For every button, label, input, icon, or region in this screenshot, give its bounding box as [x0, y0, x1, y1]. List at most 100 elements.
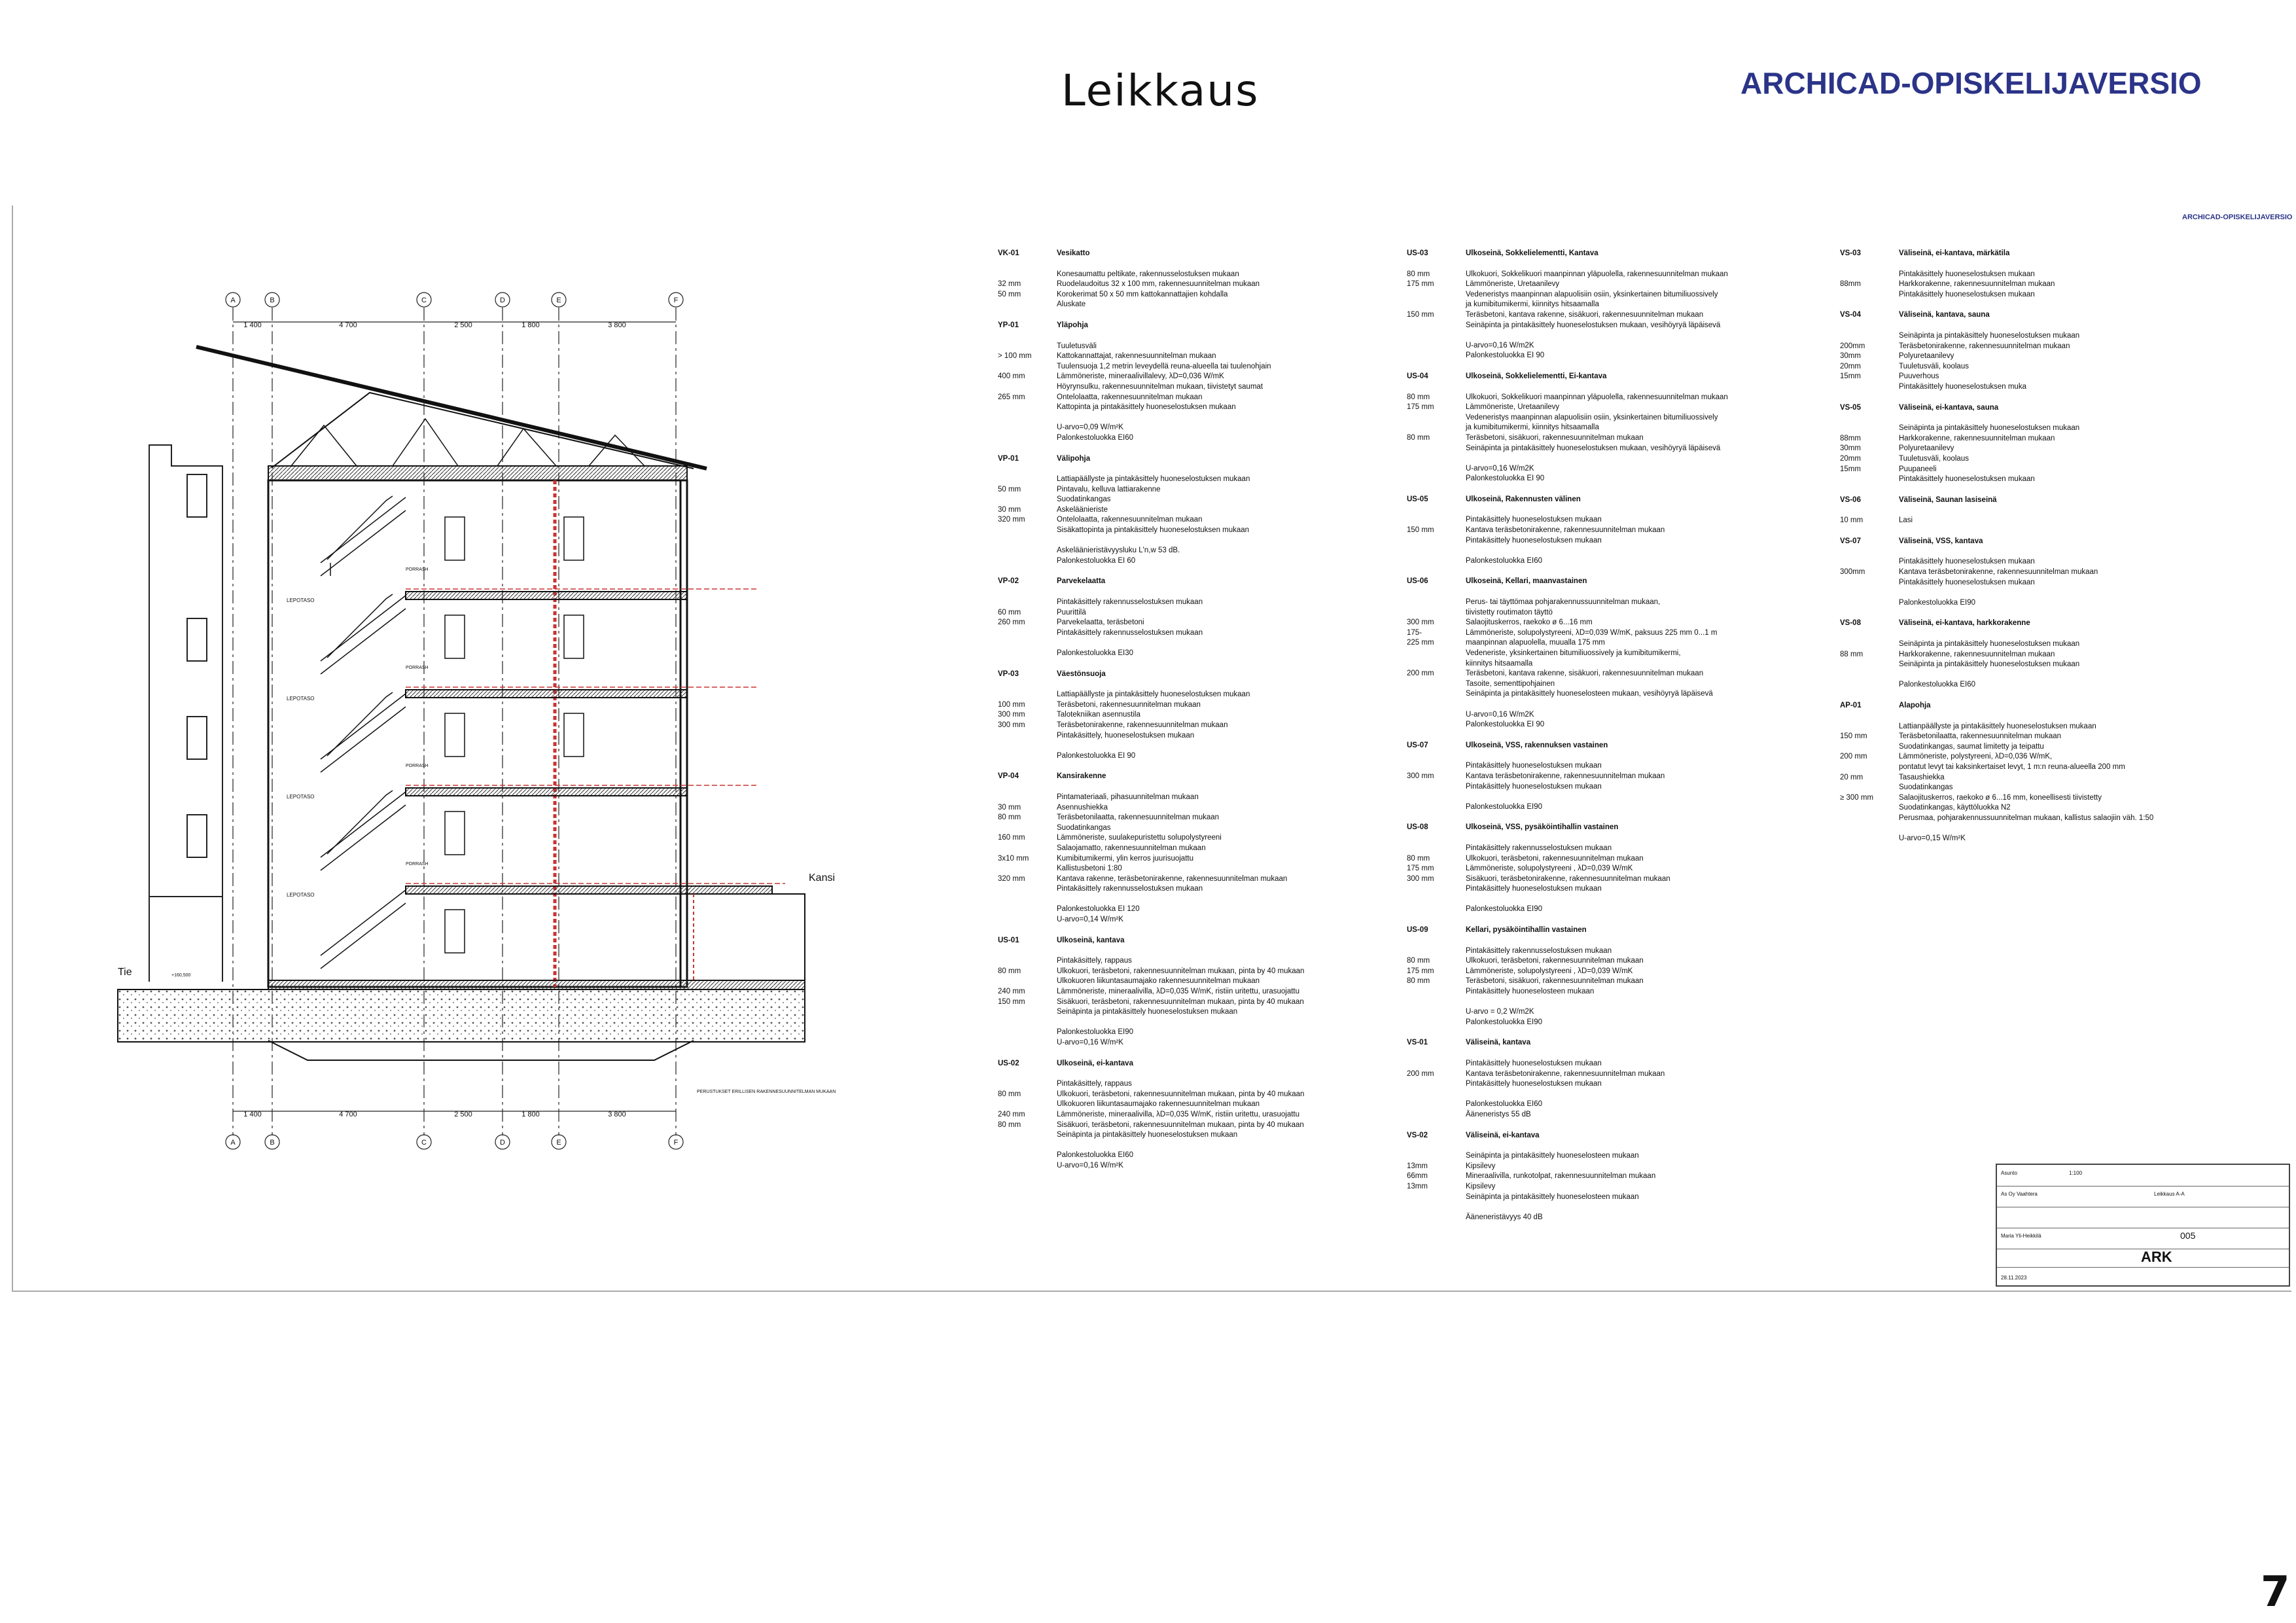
- spec-layer: Pintakäsittely rakennusselostuksen mukaa…: [1466, 946, 1612, 955]
- spec-layer: Tuuletusväli, koolaus: [1899, 454, 1969, 463]
- spec-line: Vedeneriste, yksinkertainen bitumiliuoss…: [1407, 649, 1728, 659]
- spec-thickness: [1407, 423, 1466, 433]
- spec-thickness: [1407, 536, 1466, 546]
- axis-label-a-bottom: A: [230, 1139, 236, 1147]
- spec-thickness: [1407, 444, 1466, 454]
- spec-layer: Ulkokuoren liikuntasaumajako rakennesuun…: [1057, 1100, 1260, 1109]
- spec-thickness: [998, 793, 1057, 803]
- spec-layer: Askeläänieristävyysluku L'n,w 53 dB.: [1057, 546, 1180, 555]
- spec-layer: Lattiapäällyste ja pintakäsittely huones…: [1057, 690, 1250, 699]
- axis-label-e-bottom: E: [556, 1139, 561, 1147]
- spec-line: 200 mm Lämmöneriste, polystyreeni, λD=0,0…: [1840, 752, 2153, 762]
- dimension-4-bottom: 1 800: [521, 1111, 540, 1118]
- spec-layer: Pintakäsittely huoneselostuksen mukaan: [1899, 558, 2035, 566]
- spec-title: Väliseinä, ei-kantava: [1466, 1131, 1540, 1139]
- spec-line: pontatut levyt tai kaksinkertaiset levyt…: [1840, 762, 2153, 773]
- spec-layer: U-arvo=0,14 W/m²K: [1057, 916, 1123, 924]
- spec-thickness: 66mm: [1407, 1172, 1428, 1181]
- spec-layer: Korokerimat 50 x 50 mm kattokannattajien…: [1057, 290, 1228, 298]
- spec-thickness: [1407, 1151, 1466, 1162]
- spec-line: Palonkestoluokka EI90: [1407, 904, 1728, 915]
- spec-line: Askeläänieristävyysluku L'n,w 53 dB.: [998, 546, 1304, 556]
- spec-title: Ulkoseinä, Kellari, maanvastainen: [1466, 577, 1587, 586]
- spec-layer: Palonkestoluokka EI60: [1466, 556, 1542, 565]
- spec-thickness: 320 mm: [998, 874, 1025, 883]
- spec-thickness: [1407, 515, 1466, 526]
- spec-code: US-04: [1407, 372, 1428, 380]
- spec-layer: U-arvo=0,16 W/m2K: [1466, 341, 1534, 349]
- spec-layer: Pintakäsittely huoneselostuksen mukaan: [1466, 1080, 1602, 1088]
- spec-code: VS-04: [1840, 311, 1861, 319]
- spec-line: U-arvo=0,16 W/m2K: [1407, 710, 1728, 721]
- spec-code: VS-05: [1840, 403, 1861, 412]
- spec-line: [1407, 997, 1728, 1008]
- spec-line: Pintakäsittely huoneselostuksen mukaan: [1407, 761, 1728, 772]
- spec-thickness: [998, 1079, 1057, 1090]
- spec-line: Sisäkattopinta ja pintakäsittely huonese…: [998, 526, 1304, 536]
- spec-layer: Vedeneristys maanpinnan alapuolisiin osi…: [1466, 413, 1718, 421]
- spec-thickness: [1407, 546, 1466, 556]
- spec-line: [998, 536, 1304, 546]
- tb-discipline: ARK: [2141, 1249, 2172, 1265]
- spec-thickness: [1407, 1090, 1466, 1100]
- spec-layer: Seinäpinta ja pintakäsittely huoneselost…: [1466, 1152, 1639, 1160]
- spec-line: Palonkestoluokka EI 90: [1407, 474, 1728, 484]
- spec-layer: Sisäkattopinta ja pintakäsittely huonese…: [1057, 526, 1250, 535]
- spec-line: Palonkestoluokka EI90: [1407, 1018, 1728, 1028]
- spec-thickness: [1407, 351, 1466, 361]
- spec-layer: Suodatinkangas, käyttöluokka N2: [1899, 804, 2011, 812]
- spec-layer: [1466, 454, 1728, 464]
- spec-entry: US-09 Kellari, pysäköintihallin vastainen…: [1407, 925, 1728, 1027]
- spec-thickness: [1407, 556, 1466, 567]
- spec-thickness: 88 mm: [1840, 650, 1863, 658]
- spec-layer: Palonkestoluokka EI90: [1466, 905, 1542, 914]
- spec-thickness: 175-: [1407, 628, 1422, 637]
- spec-line: Pintakäsittely huoneselostuksen mukaan: [1407, 1059, 1728, 1069]
- spec-thickness: [1407, 700, 1466, 710]
- spec-thickness: 175 mm: [1407, 280, 1434, 289]
- spec-layer: Seinäpinta ja pintakäsittely huoneselost…: [1057, 1008, 1238, 1016]
- landing-label-1: LEPOTASO: [287, 597, 315, 603]
- spec-layer: U-arvo=0,09 W/m²K: [1057, 423, 1123, 432]
- spec-thickness: [1407, 1110, 1466, 1120]
- spec-line: Pintakäsittely huoneselostuksen mukaan: [1407, 782, 1728, 793]
- spec-layer: Lämmöneriste, solupolystyreeni , λD=0,03…: [1466, 967, 1633, 975]
- spec-thickness: [1407, 1079, 1466, 1090]
- spec-layer: Kumibitumikermi, ylin kerros juurisuojat…: [1057, 854, 1193, 863]
- spec-thickness: 260 mm: [998, 618, 1025, 627]
- spec-line: 30mm Polyuretaanilevy: [1840, 351, 2153, 362]
- spec-thickness: [998, 864, 1057, 874]
- spec-entry: VP-02 Parvekelaatta Pintakäsittely rakennu…: [998, 577, 1304, 658]
- spec-layer: Ulkokuoren liikuntasaumajako rakennesuun…: [1057, 977, 1260, 986]
- spec-layer: Suodatinkangas: [1057, 823, 1111, 832]
- spec-layer: Seinäpinta ja pintakäsittely huoneselost…: [1899, 424, 2080, 433]
- spec-code: US-02: [998, 1059, 1019, 1067]
- spec-thickness: 80 mm: [1407, 977, 1430, 986]
- spec-thickness: [1407, 946, 1466, 957]
- spec-line: [1407, 546, 1728, 556]
- spec-layer: Ruodelaudoitus 32 x 100 mm, rakennesuunn…: [1057, 280, 1260, 289]
- spec-thickness: 240 mm: [998, 1110, 1025, 1118]
- spec-title: Parvekelaatta: [1057, 577, 1106, 586]
- spec-line: 15mm Puupaneeli: [1840, 465, 2153, 475]
- spec-line: Seinäpinta ja pintakäsittely huoneselost…: [998, 1130, 1304, 1141]
- spec-layer: [1466, 792, 1728, 802]
- spec-code: VS-01: [1407, 1039, 1428, 1047]
- spec-line: 320 mm Ontelolaatta, rakennesuunnitelman …: [998, 515, 1304, 526]
- spec-layer: [1466, 546, 1728, 556]
- spec-thickness: [1407, 474, 1466, 484]
- spec-line: Palonkestoluokka EI90: [1407, 802, 1728, 813]
- spec-line: Konesaumattu peltikate, rakennusselostuk…: [998, 270, 1304, 280]
- spec-entry: US-02 Ulkoseinä, ei-kantava Pintakäsittely…: [998, 1059, 1304, 1171]
- spec-layer: Harkkorakenne, rakennesuunnitelman mukaa…: [1899, 280, 2055, 289]
- spec-code: US-09: [1407, 926, 1428, 935]
- spec-code: VS-02: [1407, 1131, 1428, 1139]
- spec-code: VP-01: [998, 454, 1019, 463]
- spec-thickness: [1840, 742, 1899, 753]
- spec-layer: Ulkokuori, Sokkelikuori maanpinnan yläpu…: [1466, 270, 1728, 278]
- spec-line: Pintakäsittely rakennusselostuksen mukaa…: [998, 884, 1304, 895]
- spec-code: VS-08: [1840, 619, 1861, 628]
- spec-layer: Palonkestoluokka EI90: [1466, 1018, 1542, 1026]
- spec-thickness: [998, 690, 1057, 700]
- spec-layer: Pintakäsittely huoneselostuksen mukaan: [1466, 536, 1602, 544]
